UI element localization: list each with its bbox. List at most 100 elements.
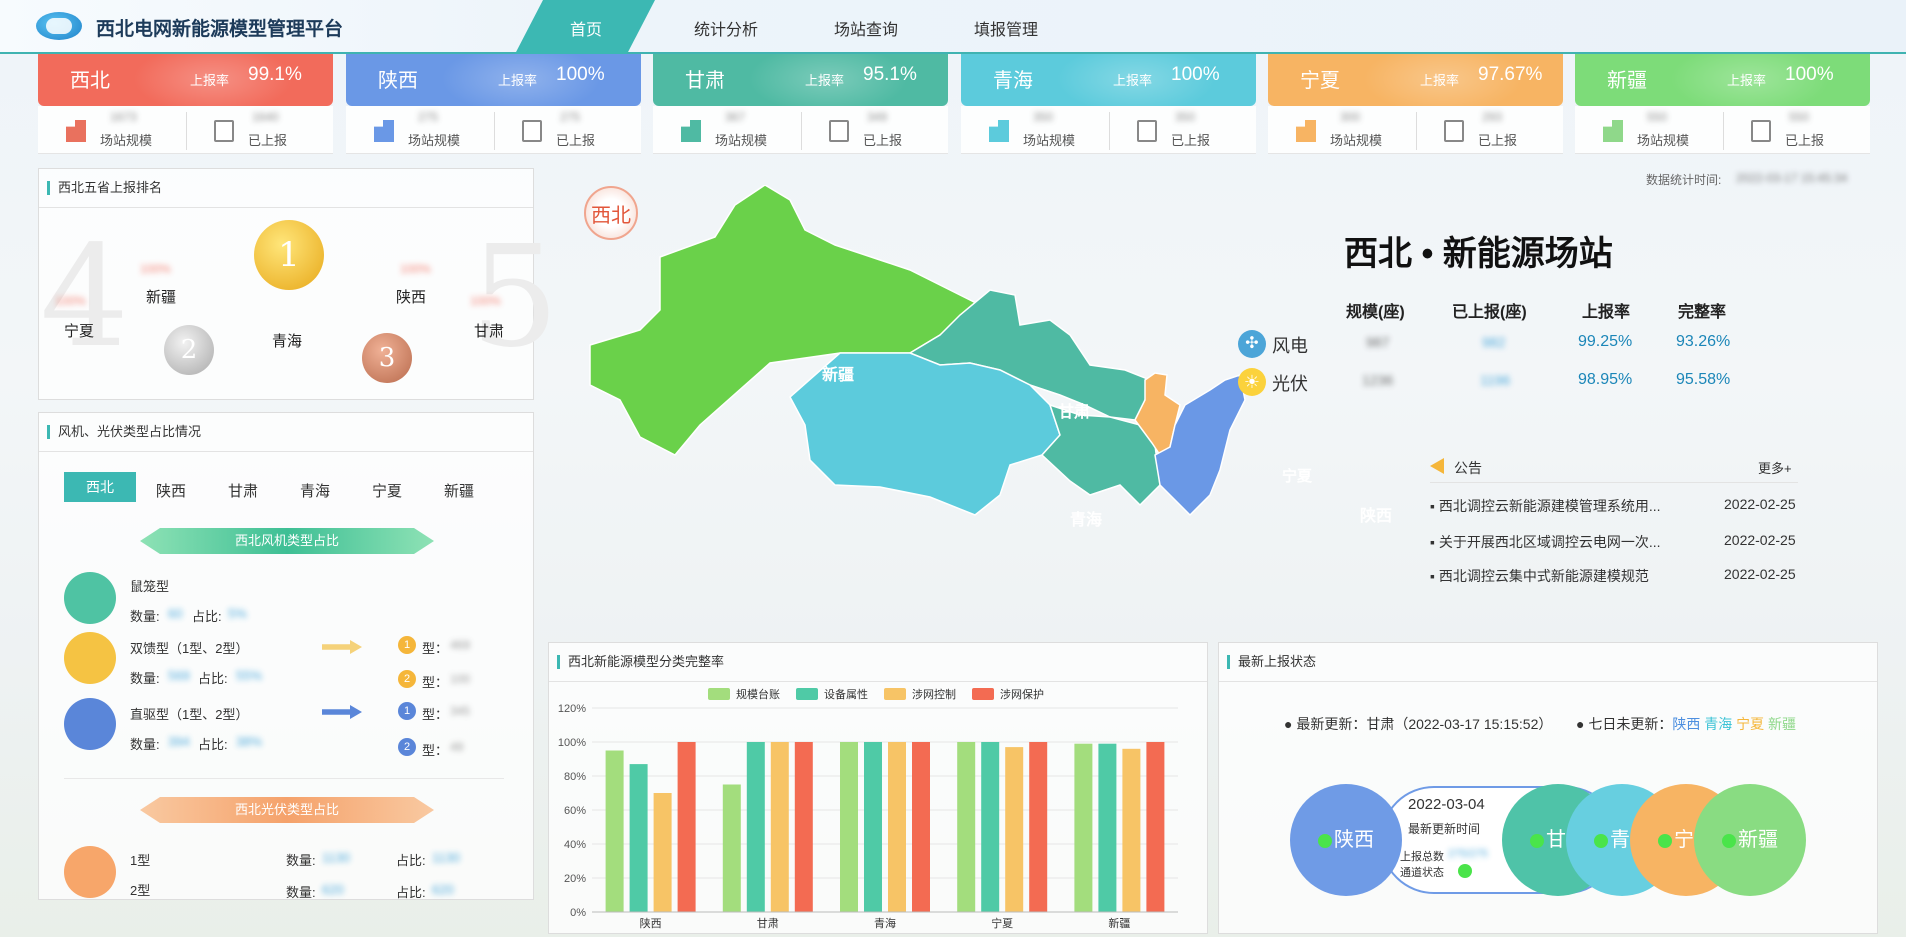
bar [722, 784, 741, 912]
report-rate: 97.67% [1478, 64, 1543, 85]
scale-label: 场站规模 [1330, 133, 1383, 148]
pv-ratio-label-2: 占比: [396, 885, 426, 900]
map-label-qinghai: 青海 [1070, 512, 1103, 529]
bar [888, 742, 906, 912]
tab-qinghai[interactable]: 青海 [300, 480, 330, 501]
document-icon [1751, 120, 1771, 142]
wind-type-count-label-3: 数量: [130, 737, 160, 752]
wind-type-count-3: 394 [168, 734, 190, 749]
card-channel-label: 通道状态 [1400, 867, 1444, 879]
notice-item-1[interactable]: ▪ 西北调控云新能源建模管理系统用... [1430, 496, 1661, 516]
circle-label: 陕西 [1334, 829, 1374, 851]
row-label-pv: 光伏 [1272, 374, 1308, 394]
province-card[interactable]: 甘肃 上报率 95.1% 367 场站规模 349 已上报 [653, 54, 948, 154]
status-circle-xinjiang[interactable]: 新疆 [1694, 784, 1806, 896]
rank-name-4: 宁夏 [64, 323, 95, 340]
bar [864, 742, 882, 912]
legend-label: 涉网控制 [912, 687, 956, 701]
col-reported: 已上报(座) [1452, 304, 1527, 321]
notice-item-3[interactable]: ▪ 西北调控云集中式新能源建模规范 [1430, 566, 1649, 586]
sub-type-badge: 1 [398, 702, 416, 720]
province-card[interactable]: 新疆 上报率 100% 550 场站规模 550 已上报 [1575, 54, 1870, 154]
bar [653, 793, 672, 912]
nav-home[interactable]: 首页 [570, 16, 602, 40]
province-card[interactable]: 宁夏 上报率 97.67% 300 场站规模 293 已上报 [1268, 54, 1563, 154]
tab-xinjiang[interactable]: 新疆 [444, 480, 474, 501]
circle-label: 新疆 [1738, 829, 1778, 851]
bar [629, 764, 648, 912]
document-icon [1444, 120, 1464, 142]
tab-ningxia[interactable]: 宁夏 [372, 480, 402, 501]
notice-date-2: 2022-02-25 [1724, 532, 1796, 548]
status-circle-shaanxi[interactable]: 陕西 [1290, 784, 1402, 896]
latest-update-line: ● 最新更新：甘肃（2022-03-17 15:15:52） [1284, 714, 1552, 734]
station-scale: 1673 [110, 110, 137, 124]
legend-label: 涉网保护 [1000, 687, 1044, 701]
wind-type-ratio-2: 55% [236, 668, 263, 683]
pv-count-label-1: 数量: [286, 853, 316, 868]
wind-type-ratio-1: 5% [228, 606, 247, 621]
province-card[interactable]: 青海 上报率 100% 350 场站规模 350 已上报 [961, 54, 1256, 154]
tab-northwest[interactable]: 西北 [64, 472, 136, 502]
wind-type-count-label-1: 数量: [130, 609, 160, 624]
sub-type-value: 345 [450, 704, 471, 718]
bar [1074, 743, 1093, 912]
pv-ratio-1: 1130 [432, 850, 460, 865]
bar [957, 742, 976, 912]
rank-name-1: 青海 [272, 333, 303, 350]
tab-shaanxi[interactable]: 陕西 [156, 480, 186, 501]
notice-item-2[interactable]: ▪ 关于开展西北区域调控云电网一次... [1430, 532, 1661, 552]
pv-count-label-2: 数量: [286, 885, 316, 900]
station-scale: 550 [1647, 110, 1668, 124]
wind-type-count-1: 60 [168, 606, 183, 621]
province-name: 陕西 [378, 68, 418, 92]
nav-report-management[interactable]: 填报管理 [974, 16, 1038, 40]
stale-line: ● 七日未更新：陕西 青海 宁夏 新疆 [1576, 714, 1796, 734]
y-tick-label: 0% [570, 907, 586, 919]
wind-rate: 99.25% [1578, 333, 1633, 350]
stale-qinghai: 青海 [1704, 716, 1733, 732]
wind-type-name-1: 鼠笼型 [130, 579, 170, 594]
divider [64, 778, 504, 779]
northwest-map[interactable] [580, 185, 1420, 610]
sub-type-label: 型： [422, 707, 449, 722]
direct-drive-icon [64, 698, 116, 750]
chart-title: 西北新能源模型分类完整率 [557, 655, 724, 669]
province-card[interactable]: 陕西 上报率 100% 275 场站规模 275 已上报 [346, 54, 641, 154]
col-scale: 规模(座) [1346, 304, 1405, 321]
app-title: 西北电网新能源模型管理平台 [96, 19, 344, 40]
y-tick-label: 120% [558, 703, 586, 715]
province-card[interactable]: 西北 上报率 99.1% 1673 场站规模 1640 已上报 [38, 54, 333, 154]
province-name: 新疆 [1607, 68, 1647, 92]
notice-more-link[interactable]: 更多+ [1758, 458, 1792, 477]
wind-type-name-2: 双馈型（1型、2型） [130, 641, 249, 656]
bar [1122, 748, 1141, 912]
pv-type-ribbon: 西北光伏类型占比 [140, 797, 434, 823]
legend-swatch [708, 688, 730, 700]
notice-date-3: 2022-02-25 [1724, 566, 1796, 582]
report-rate: 100% [556, 64, 605, 85]
sub-type-value: 469 [450, 638, 471, 652]
report-rate: 99.1% [248, 64, 302, 85]
nav-station-query[interactable]: 场站查询 [834, 16, 898, 40]
stale-ningxia: 宁夏 [1736, 716, 1765, 732]
scale-label: 场站规模 [408, 133, 461, 148]
card-total: 275/275 [1448, 848, 1488, 860]
latest-province: 甘肃 [1366, 716, 1395, 732]
rate-label: 上报率 [1420, 73, 1460, 88]
pv-count-2: 620 [322, 882, 344, 897]
station-scale: 300 [1340, 110, 1361, 124]
bar [770, 742, 789, 912]
tab-gansu[interactable]: 甘肃 [228, 480, 258, 501]
bar [1098, 743, 1117, 912]
x-tick-label: 陕西 [640, 916, 662, 930]
legend-swatch [796, 688, 818, 700]
document-icon [214, 120, 234, 142]
nav-statistics[interactable]: 统计分析 [694, 16, 758, 40]
notice-text: 西北调控云集中式新能源建模规范 [1438, 568, 1649, 584]
scale-label: 场站规模 [1023, 133, 1076, 148]
wind-type-count-label-2: 数量: [130, 671, 160, 686]
legend-swatch [972, 688, 994, 700]
pv-complete: 95.58% [1676, 371, 1731, 388]
rank-name-5: 甘肃 [474, 323, 505, 340]
